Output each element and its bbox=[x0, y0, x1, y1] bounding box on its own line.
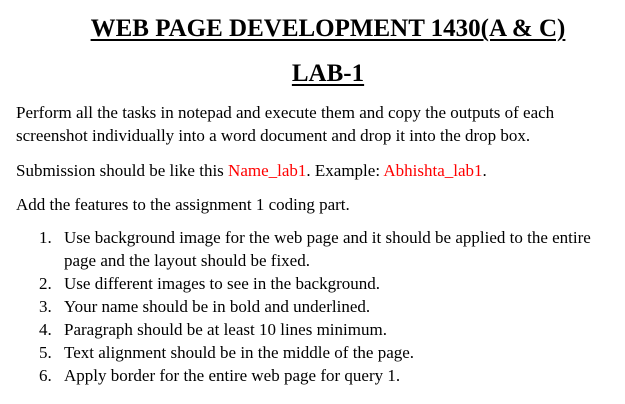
task-number: 5. bbox=[39, 343, 52, 362]
document-page: WEB PAGE DEVELOPMENT 1430(A & C) LAB-1 P… bbox=[0, 0, 625, 404]
task-text: Apply border for the entire web page for… bbox=[64, 366, 401, 385]
intro-paragraph: Perform all the tasks in notepad and exe… bbox=[16, 103, 555, 145]
lab-title: LAB-1 bbox=[291, 60, 365, 87]
submission-paragraph: Submission should be like this Name_lab1… bbox=[16, 159, 616, 182]
submission-format: Name_lab1 bbox=[228, 161, 307, 180]
submission-suffix: . bbox=[482, 161, 487, 180]
submission-middle: . Example: bbox=[306, 161, 384, 180]
task-text: Text alignment should be in the middle o… bbox=[64, 343, 415, 362]
submission-prefix: Submission should be like this bbox=[16, 161, 229, 180]
task-number: 4. bbox=[39, 320, 52, 339]
task-number: 2. bbox=[39, 274, 52, 293]
task-text: Your name should be in bold and underlin… bbox=[64, 297, 371, 316]
task-item: 5. Text alignment should be in the middl… bbox=[16, 341, 616, 364]
task-item: 1. Use background image for the web page… bbox=[16, 226, 616, 272]
task-number: 1. bbox=[39, 228, 52, 247]
task-text: Use different images to see in the backg… bbox=[64, 274, 380, 293]
task-text: Use background image for the web page an… bbox=[64, 228, 591, 270]
task-item: 4. Paragraph should be at least 10 lines… bbox=[16, 318, 616, 341]
task-item: 2. Use different images to see in the ba… bbox=[16, 272, 616, 295]
task-item: 3. Your name should be in bold and under… bbox=[16, 295, 616, 318]
document-title: WEB PAGE DEVELOPMENT 1430(A & C) bbox=[90, 15, 566, 42]
features-intro: Add the features to the assignment 1 cod… bbox=[16, 195, 350, 214]
task-number: 3. bbox=[39, 297, 52, 316]
task-list: 1. Use background image for the web page… bbox=[16, 226, 616, 387]
task-item: 6. Apply border for the entire web page … bbox=[16, 364, 616, 387]
submission-example: Abhishta_lab1 bbox=[383, 161, 483, 180]
task-number: 6. bbox=[39, 366, 52, 385]
task-text: Paragraph should be at least 10 lines mi… bbox=[64, 320, 387, 339]
